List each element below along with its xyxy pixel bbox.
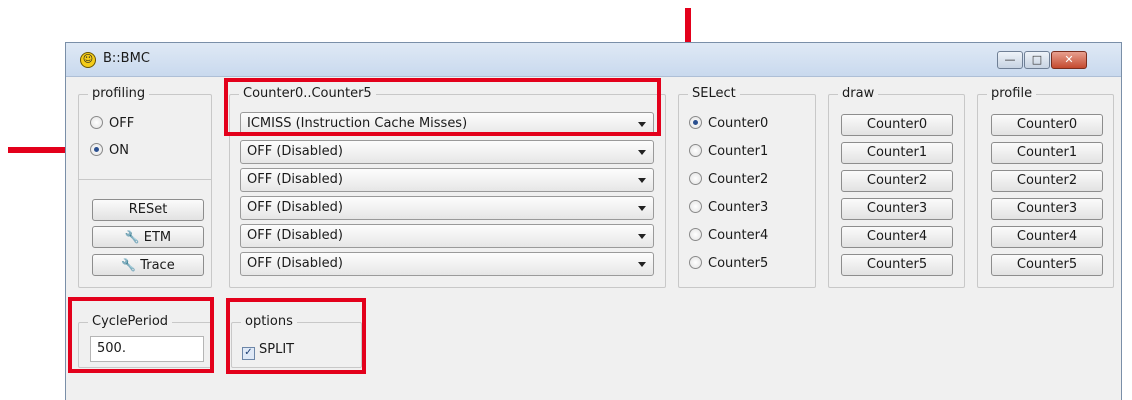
- chevron-down-icon: [638, 206, 646, 211]
- maximize-button[interactable]: □: [1024, 51, 1050, 69]
- select-legend: SELect: [688, 86, 740, 101]
- draw-counter5-button[interactable]: Counter5: [841, 254, 953, 276]
- counter1-select[interactable]: OFF (Disabled): [240, 140, 654, 164]
- profiling-on-radio[interactable]: ON: [90, 142, 129, 160]
- select-counter2-radio[interactable]: Counter2: [689, 171, 768, 189]
- select-counter4-label: Counter4: [708, 228, 769, 243]
- select-counter1-label: Counter1: [708, 144, 769, 159]
- profile-group: profile Counter0 Counter1 Counter2 Count…: [977, 86, 1114, 288]
- wrench-icon: 🔧: [121, 258, 137, 272]
- counter4-value: OFF (Disabled): [247, 228, 343, 243]
- radio-off-icon: [689, 144, 702, 157]
- radio-off-icon: [689, 256, 702, 269]
- draw-counter2-button[interactable]: Counter2: [841, 170, 953, 192]
- counter3-value: OFF (Disabled): [247, 200, 343, 215]
- radio-off-icon: [689, 228, 702, 241]
- select-counter1-radio[interactable]: Counter1: [689, 143, 768, 161]
- chevron-down-icon: [638, 262, 646, 267]
- chevron-down-icon: [638, 234, 646, 239]
- select-counter2-label: Counter2: [708, 172, 769, 187]
- profile-counter3-button[interactable]: Counter3: [991, 198, 1103, 220]
- close-button[interactable]: ✕: [1051, 51, 1087, 69]
- profile-counter2-button[interactable]: Counter2: [991, 170, 1103, 192]
- title-bar: ☺ B::BMC — □ ✕: [66, 43, 1121, 77]
- debugger-app-icon: ☺: [80, 52, 96, 68]
- annotation-highlight-cycleperiod: [68, 297, 214, 373]
- draw-counter4-button[interactable]: Counter4: [841, 226, 953, 248]
- select-counter3-radio[interactable]: Counter3: [689, 199, 768, 217]
- counter2-value: OFF (Disabled): [247, 172, 343, 187]
- select-counter0-radio[interactable]: Counter0: [689, 115, 768, 133]
- select-counter5-label: Counter5: [708, 256, 769, 271]
- chevron-down-icon: [638, 150, 646, 155]
- counter2-select[interactable]: OFF (Disabled): [240, 168, 654, 192]
- counter5-select[interactable]: OFF (Disabled): [240, 252, 654, 276]
- annotation-highlight-options: [226, 298, 366, 374]
- annotation-highlight-counter0: [224, 78, 661, 136]
- counter5-value: OFF (Disabled): [247, 256, 343, 271]
- draw-group: draw Counter0 Counter1 Counter2 Counter3…: [828, 86, 965, 288]
- profile-legend: profile: [987, 86, 1037, 101]
- trace-button[interactable]: 🔧 Trace: [92, 254, 204, 276]
- profile-counter1-button[interactable]: Counter1: [991, 142, 1103, 164]
- radio-on-icon: [689, 116, 702, 129]
- radio-off-icon: [689, 200, 702, 213]
- draw-counter1-button[interactable]: Counter1: [841, 142, 953, 164]
- etm-label: ETM: [143, 230, 172, 245]
- counter3-select[interactable]: OFF (Disabled): [240, 196, 654, 220]
- reset-button[interactable]: RESet: [92, 199, 204, 221]
- draw-counter3-button[interactable]: Counter3: [841, 198, 953, 220]
- select-group: SELect Counter0 Counter1 Counter2 Counte…: [678, 86, 816, 288]
- draw-legend: draw: [838, 86, 879, 101]
- radio-on-icon: [90, 143, 103, 156]
- chevron-down-icon: [638, 178, 646, 183]
- profiling-on-label: ON: [109, 143, 129, 158]
- profile-counter0-button[interactable]: Counter0: [991, 114, 1103, 136]
- profile-counter4-button[interactable]: Counter4: [991, 226, 1103, 248]
- profiling-off-label: OFF: [109, 116, 135, 131]
- select-counter5-radio[interactable]: Counter5: [689, 255, 768, 273]
- profiling-legend: profiling: [88, 86, 150, 101]
- select-counter0-label: Counter0: [708, 116, 769, 131]
- etm-button[interactable]: 🔧 ETM: [92, 226, 204, 248]
- profile-counter5-button[interactable]: Counter5: [991, 254, 1103, 276]
- counter4-select[interactable]: OFF (Disabled): [240, 224, 654, 248]
- radio-off-icon: [90, 116, 103, 129]
- minimize-button[interactable]: —: [997, 51, 1023, 69]
- radio-off-icon: [689, 172, 702, 185]
- profiling-group: profiling OFF ON RESet 🔧 ETM 🔧 Trace: [78, 86, 212, 288]
- profiling-off-radio[interactable]: OFF: [90, 115, 134, 133]
- window-title: B::BMC: [103, 51, 150, 66]
- counter1-value: OFF (Disabled): [247, 144, 343, 159]
- profiling-divider: [79, 179, 211, 180]
- trace-label: Trace: [140, 258, 175, 273]
- select-counter3-label: Counter3: [708, 200, 769, 215]
- wrench-icon: 🔧: [124, 230, 140, 244]
- draw-counter0-button[interactable]: Counter0: [841, 114, 953, 136]
- select-counter4-radio[interactable]: Counter4: [689, 227, 768, 245]
